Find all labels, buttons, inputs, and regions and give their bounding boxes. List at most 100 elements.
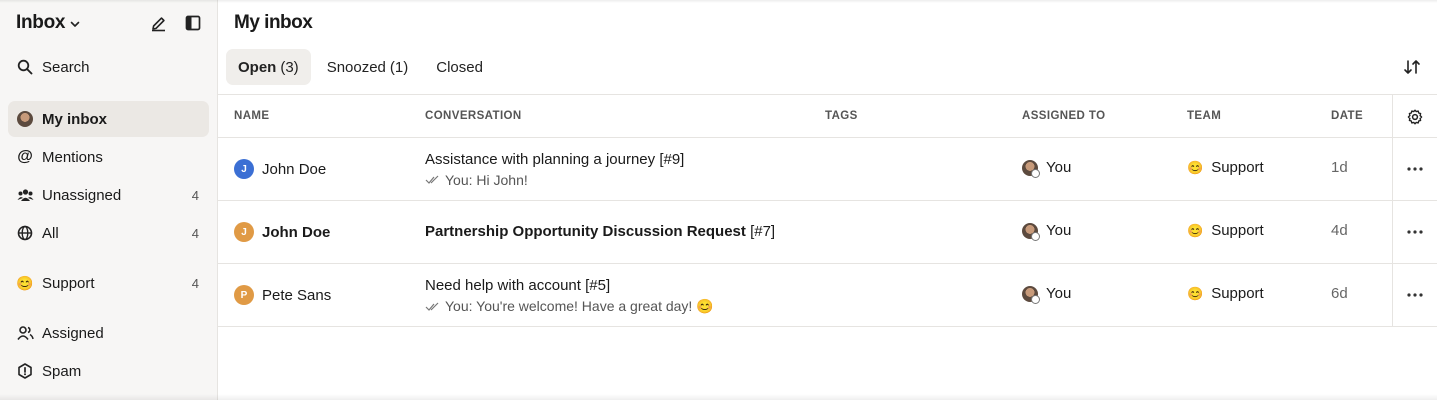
table-settings-button[interactable]: [1392, 95, 1437, 138]
more-horizontal-icon: [1407, 293, 1423, 297]
team-name: Support: [1211, 222, 1264, 239]
table-row[interactable]: J John Doe Assistance with planning a jo…: [218, 138, 1437, 201]
gear-icon: [1407, 109, 1423, 124]
conversation-cell: Assistance with planning a journey [#9] …: [425, 151, 684, 188]
row-more-button[interactable]: [1392, 264, 1437, 326]
contact-name: Pete Sans: [262, 286, 332, 304]
compose-button[interactable]: [150, 15, 167, 32]
sidebar-item-all[interactable]: All 4: [8, 215, 209, 251]
toggle-sidebar-button[interactable]: [185, 15, 201, 31]
conversation-ref: [#9]: [659, 151, 685, 168]
conversation-ref: [#5]: [585, 277, 611, 294]
people-group-icon: [16, 186, 34, 204]
message-preview: You: Hi John!: [445, 172, 528, 188]
column-header-name[interactable]: NAME: [234, 110, 269, 122]
column-header-assigned-to[interactable]: ASSIGNED TO: [1022, 110, 1105, 122]
table-row[interactable]: P Pete Sans Need help with account [#5] …: [218, 264, 1437, 327]
sidebar-item-label: Search: [42, 58, 90, 76]
tab-closed[interactable]: Closed: [424, 49, 495, 85]
window-top-shadow: [0, 0, 1437, 3]
sidebar-item-search[interactable]: Search: [8, 49, 209, 85]
column-header-conversation[interactable]: CONVERSATION: [425, 110, 522, 122]
warning-hexagon-icon: [16, 362, 34, 380]
team-emoji-icon: 😊: [1187, 285, 1204, 301]
tab-count: (3): [280, 58, 299, 76]
contact-name: John Doe: [262, 160, 327, 178]
row-more-button[interactable]: [1392, 138, 1437, 200]
support-count: 4: [191, 275, 199, 291]
globe-icon: [16, 224, 34, 242]
page-title: My inbox: [234, 12, 313, 33]
tab-snoozed[interactable]: Snoozed (1): [315, 49, 421, 85]
conversation-cell: Need help with account [#5] You: You're …: [425, 277, 714, 315]
column-header-team[interactable]: TEAM: [1187, 110, 1221, 122]
conversation-subject: Need help with account: [425, 277, 581, 294]
sidebar-item-my-inbox[interactable]: My inbox: [8, 101, 209, 137]
sidebar-item-mentions[interactable]: @ Mentions: [8, 139, 209, 175]
table-row[interactable]: J John Doe Partnership Opportunity Discu…: [218, 201, 1437, 264]
sidebar-item-label: All: [42, 224, 59, 242]
at-icon: @: [17, 148, 33, 165]
assignee-name: You: [1046, 222, 1072, 239]
assignee-avatar: [1022, 222, 1040, 241]
team-emoji-icon: 😊: [1187, 159, 1204, 175]
assignee-avatar: [1022, 285, 1040, 304]
sidebar: Inbox Search My inbox @ Mentions Unassig…: [0, 0, 218, 400]
chevron-down-icon: [70, 21, 80, 27]
tab-count: (1): [389, 58, 409, 76]
sidebar-title: Inbox: [16, 12, 66, 33]
conversation-subject: Partnership Opportunity Discussion Reque…: [425, 223, 746, 240]
contact-avatar: J: [234, 222, 254, 242]
column-header-tags[interactable]: TAGS: [825, 110, 858, 122]
more-horizontal-icon: [1407, 230, 1423, 234]
sidebar-item-support[interactable]: 😊 Support 4: [8, 265, 209, 301]
inbox-app: Inbox Search My inbox @ Mentions Unassig…: [0, 0, 1437, 400]
contact-avatar: J: [234, 159, 254, 179]
tab-label: Snoozed: [326, 58, 386, 76]
sort-arrows-icon: [1404, 60, 1420, 74]
message-preview: You: You're welcome! Have a great day! 😊: [445, 298, 714, 314]
tab-open[interactable]: Open (3): [226, 49, 311, 85]
double-check-icon: [425, 175, 439, 184]
sidebar-item-label: Mentions: [42, 148, 103, 166]
sidebar-header: Inbox: [0, 0, 217, 46]
double-check-icon: [425, 302, 439, 311]
sidebar-item-unassigned[interactable]: Unassigned 4: [8, 177, 209, 213]
window-bottom-shadow: [0, 394, 1437, 400]
more-horizontal-icon: [1407, 167, 1423, 171]
contact-name: John Doe: [262, 223, 331, 241]
assignee-name: You: [1046, 159, 1072, 176]
assignee-avatar: [1022, 159, 1040, 178]
users-icon: [16, 324, 34, 342]
search-icon: [16, 58, 34, 76]
team-emoji-icon: 😊: [1187, 222, 1204, 238]
sidebar-item-label: Unassigned: [42, 186, 122, 204]
sidebar-item-spam[interactable]: Spam: [8, 353, 209, 389]
sidebar-item-label: Assigned: [42, 324, 104, 342]
smile-emoji-icon: 😊: [16, 274, 34, 291]
conversation-date: 1d: [1331, 159, 1348, 176]
row-more-button[interactable]: [1392, 201, 1437, 263]
sidebar-panel-icon: [185, 15, 201, 31]
assignee-name: You: [1046, 285, 1072, 302]
sidebar-item-label: My inbox: [42, 110, 108, 128]
conversations-table: NAME CONVERSATION TAGS ASSIGNED TO TEAM …: [218, 94, 1437, 327]
table-header: NAME CONVERSATION TAGS ASSIGNED TO TEAM …: [218, 94, 1437, 138]
sidebar-item-assigned[interactable]: Assigned: [8, 315, 209, 351]
user-avatar-icon: [16, 110, 34, 128]
sort-button[interactable]: [1403, 58, 1421, 76]
conversation-date: 4d: [1331, 222, 1348, 239]
conversation-ref: [#7]: [750, 223, 776, 240]
inbox-switcher[interactable]: Inbox: [16, 12, 81, 34]
status-tabs: Open (3) Snoozed (1) Closed: [226, 49, 495, 85]
conversation-date: 6d: [1331, 285, 1348, 302]
tab-label: Open: [238, 58, 277, 76]
sidebar-item-label: Spam: [42, 362, 82, 380]
main-panel: My inbox Open (3) Snoozed (1) Closed NAME …: [218, 0, 1437, 400]
conversation-cell: Partnership Opportunity Discussion Reque…: [425, 223, 775, 240]
conversation-subject: Assistance with planning a journey: [425, 151, 656, 168]
column-header-date[interactable]: DATE: [1331, 110, 1363, 122]
pencil-icon: [152, 16, 165, 31]
team-name: Support: [1211, 159, 1264, 176]
team-name: Support: [1211, 285, 1264, 302]
